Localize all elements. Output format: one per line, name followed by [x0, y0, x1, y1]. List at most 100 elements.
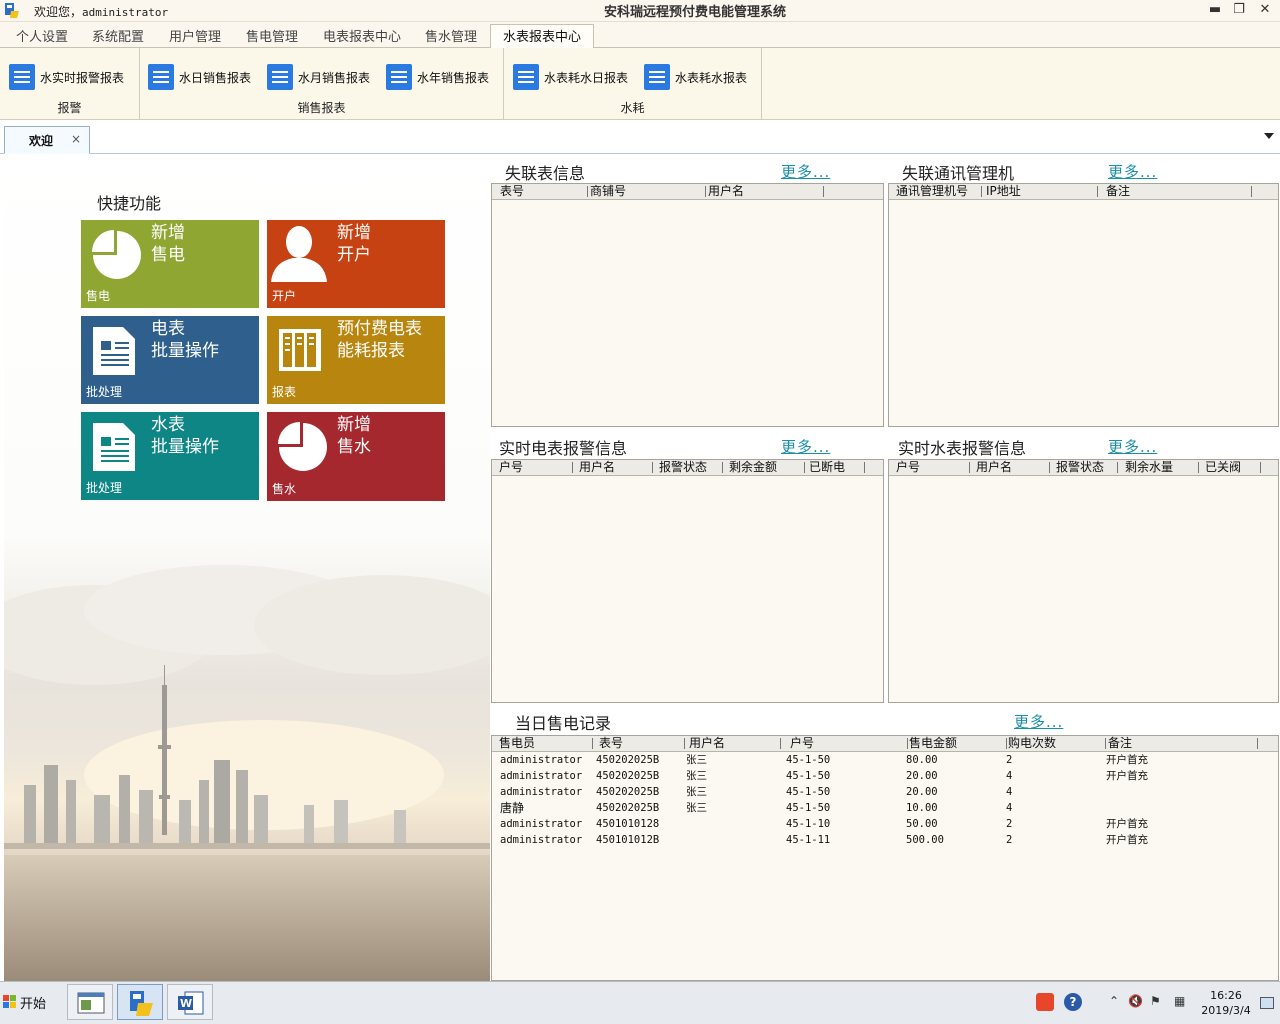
- taskbar-app-explorer[interactable]: [67, 984, 113, 1020]
- column-header[interactable]: 已断电: [809, 460, 865, 475]
- ribbon: 水实时报警报表 报警 水日销售报表 水月销售报表 水年销售报表 销售报表 水表耗…: [0, 48, 1280, 120]
- table-row[interactable]: administrator 450101012B 45-1-11 500.00 2 开户首…: [492, 832, 1278, 848]
- taskbar-app-current[interactable]: [117, 984, 163, 1020]
- input-method-icon[interactable]: [1036, 993, 1054, 1011]
- panel-title: 当日售电记录: [515, 714, 612, 733]
- more-link[interactable]: 更多...: [1014, 711, 1063, 732]
- water-alarms-grid: 户号 用户名 报警状态 剩余水量 已关阀: [888, 459, 1279, 703]
- more-link[interactable]: 更多...: [781, 161, 830, 182]
- close-icon[interactable]: ×: [71, 132, 81, 146]
- panel-title: 实时电表报警信息: [499, 439, 628, 458]
- column-header[interactable]: 户号: [499, 460, 573, 475]
- windows-logo-icon: [3, 995, 16, 1008]
- column-header[interactable]: 售电金额: [909, 736, 1007, 751]
- restore-button[interactable]: ❐: [1230, 2, 1248, 18]
- network-icon[interactable]: ▦: [1174, 994, 1185, 1008]
- column-header[interactable]: 购电次数: [1008, 736, 1106, 751]
- column-header[interactable]: 用户名: [976, 460, 1050, 475]
- action-center-flag-icon[interactable]: ⚑: [1150, 994, 1161, 1008]
- tile-prepaid-energy-report[interactable]: 预付费电表 能耗报表 报表: [267, 316, 445, 404]
- offline-meters-grid: 表号 商铺号 用户名: [491, 183, 884, 427]
- help-icon[interactable]: ?: [1064, 993, 1082, 1011]
- close-button[interactable]: ✕: [1256, 2, 1274, 18]
- column-header[interactable]: 备注: [1106, 184, 1252, 199]
- menu-tab-personal[interactable]: 个人设置: [16, 26, 68, 45]
- app-icon: [4, 2, 20, 19]
- column-header[interactable]: 户号: [790, 736, 908, 751]
- minimize-button[interactable]: ▬: [1206, 2, 1224, 18]
- table-row[interactable]: administrator 450202025B 张三 45-1-50 20.00 4 开户…: [492, 768, 1278, 784]
- column-header[interactable]: 报警状态: [659, 460, 723, 475]
- column-header[interactable]: 报警状态: [1056, 460, 1118, 475]
- column-header[interactable]: 户号: [896, 460, 970, 475]
- clock[interactable]: 16:26 2019/3/4: [1196, 988, 1256, 1018]
- offline-concentrators-header: 失联通讯管理机 更多...: [888, 155, 1279, 183]
- svg-text:W: W: [180, 997, 192, 1010]
- ribbon-group-consumption: 水表耗水日报表 水表耗水报表 水耗: [504, 48, 762, 119]
- panel-title: 实时水表报警信息: [898, 439, 1027, 458]
- water-monthly-sales-button[interactable]: 水月销售报表: [267, 62, 370, 92]
- pie-chart-icon: [92, 230, 141, 279]
- tile-new-water-sale[interactable]: 新增 售水 售水: [267, 412, 445, 501]
- show-desktop-icon[interactable]: [1260, 997, 1274, 1009]
- app-icon: [130, 991, 153, 1016]
- welcome-text: 欢迎您，administrator: [34, 5, 169, 19]
- tab-welcome[interactable]: 欢迎 ×: [4, 126, 90, 154]
- report-icon: [279, 329, 321, 371]
- ribbon-group-alarm: 水实时报警报表 报警: [0, 48, 140, 119]
- window-icon: [77, 992, 105, 1014]
- pie-chart-icon: [278, 422, 327, 471]
- menu-tab-users[interactable]: 用户管理: [169, 26, 221, 45]
- start-button[interactable]: 开始: [2, 988, 52, 1016]
- more-link[interactable]: 更多...: [1108, 436, 1157, 457]
- grid-header: 售电员 表号 用户名 户号 售电金额 购电次数 备注: [492, 736, 1278, 752]
- tab-dropdown-icon[interactable]: [1264, 133, 1274, 139]
- water-yearly-sales-button[interactable]: 水年销售报表: [386, 62, 489, 92]
- grid-header: 表号 商铺号 用户名: [492, 184, 883, 200]
- water-daily-sales-button[interactable]: 水日销售报表: [148, 62, 251, 92]
- ribbon-group-label: 报警: [57, 101, 82, 115]
- column-header[interactable]: 通讯管理机号: [896, 184, 982, 199]
- column-header[interactable]: 备注: [1108, 736, 1258, 751]
- volume-muted-icon[interactable]: 🔇: [1128, 994, 1143, 1008]
- word-icon: W: [178, 991, 204, 1015]
- column-header[interactable]: 剩余水量: [1125, 460, 1199, 475]
- menu-tab-water-reports[interactable]: 水表报表中心: [490, 24, 595, 49]
- column-header[interactable]: 表号: [599, 736, 685, 751]
- table-row[interactable]: administrator 450202025B 张三 45-1-50 80.00 2 开户…: [492, 752, 1278, 768]
- tile-water-batch[interactable]: 水表 批量操作 批处理: [81, 412, 259, 500]
- water-alarms-header: 实时水表报警信息 更多...: [888, 430, 1279, 458]
- table-row[interactable]: administrator 450202025B 张三 45-1-50 20.00 4: [492, 784, 1278, 800]
- tile-power-batch[interactable]: 电表 批量操作 批处理: [81, 316, 259, 404]
- show-hidden-icons-icon[interactable]: ⌃: [1109, 994, 1119, 1008]
- column-header[interactable]: 表号: [500, 184, 588, 199]
- column-header[interactable]: 用户名: [689, 736, 781, 751]
- column-header[interactable]: 剩余金额: [729, 460, 805, 475]
- menu-tab-power-reports[interactable]: 电表报表中心: [323, 26, 401, 45]
- power-alarms-grid: 户号 用户名 报警状态 剩余金额 已断电: [491, 459, 884, 703]
- column-header[interactable]: 商铺号: [590, 184, 706, 199]
- column-header[interactable]: 用户名: [579, 460, 653, 475]
- tile-new-account[interactable]: 新增 开户 开户: [267, 220, 445, 308]
- more-link[interactable]: 更多...: [1108, 161, 1157, 182]
- list-icon: [513, 64, 539, 90]
- more-link[interactable]: 更多...: [781, 436, 830, 457]
- table-row[interactable]: 唐静 450202025B 张三 45-1-50 10.00 4: [492, 800, 1278, 816]
- sales-grid: 售电员 表号 用户名 户号 售电金额 购电次数 备注 administrator…: [491, 735, 1279, 981]
- ribbon-group-label: 销售报表: [297, 101, 346, 115]
- menu-tab-power-sales[interactable]: 售电管理: [246, 26, 298, 45]
- tile-new-power-sale[interactable]: 新增 售电 售电: [81, 220, 259, 308]
- menu-tab-water-sales[interactable]: 售水管理: [425, 26, 477, 45]
- water-consumption-report-button[interactable]: 水表耗水报表: [644, 62, 747, 92]
- power-alarms-header: 实时电表报警信息 更多...: [491, 430, 884, 458]
- taskbar-app-word[interactable]: W: [167, 984, 213, 1020]
- column-header[interactable]: 已关阀: [1205, 460, 1261, 475]
- column-header[interactable]: 售电员: [499, 736, 593, 751]
- column-header[interactable]: 用户名: [708, 184, 824, 199]
- document-icon: [93, 327, 135, 375]
- water-daily-consumption-button[interactable]: 水表耗水日报表: [513, 62, 628, 92]
- column-header[interactable]: IP地址: [986, 184, 1098, 199]
- menu-tab-system[interactable]: 系统配置: [92, 26, 144, 45]
- water-realtime-alarm-report-button[interactable]: 水实时报警报表: [9, 62, 124, 92]
- table-row[interactable]: administrator 4501010128 45-1-10 50.00 2 开户首充: [492, 816, 1278, 832]
